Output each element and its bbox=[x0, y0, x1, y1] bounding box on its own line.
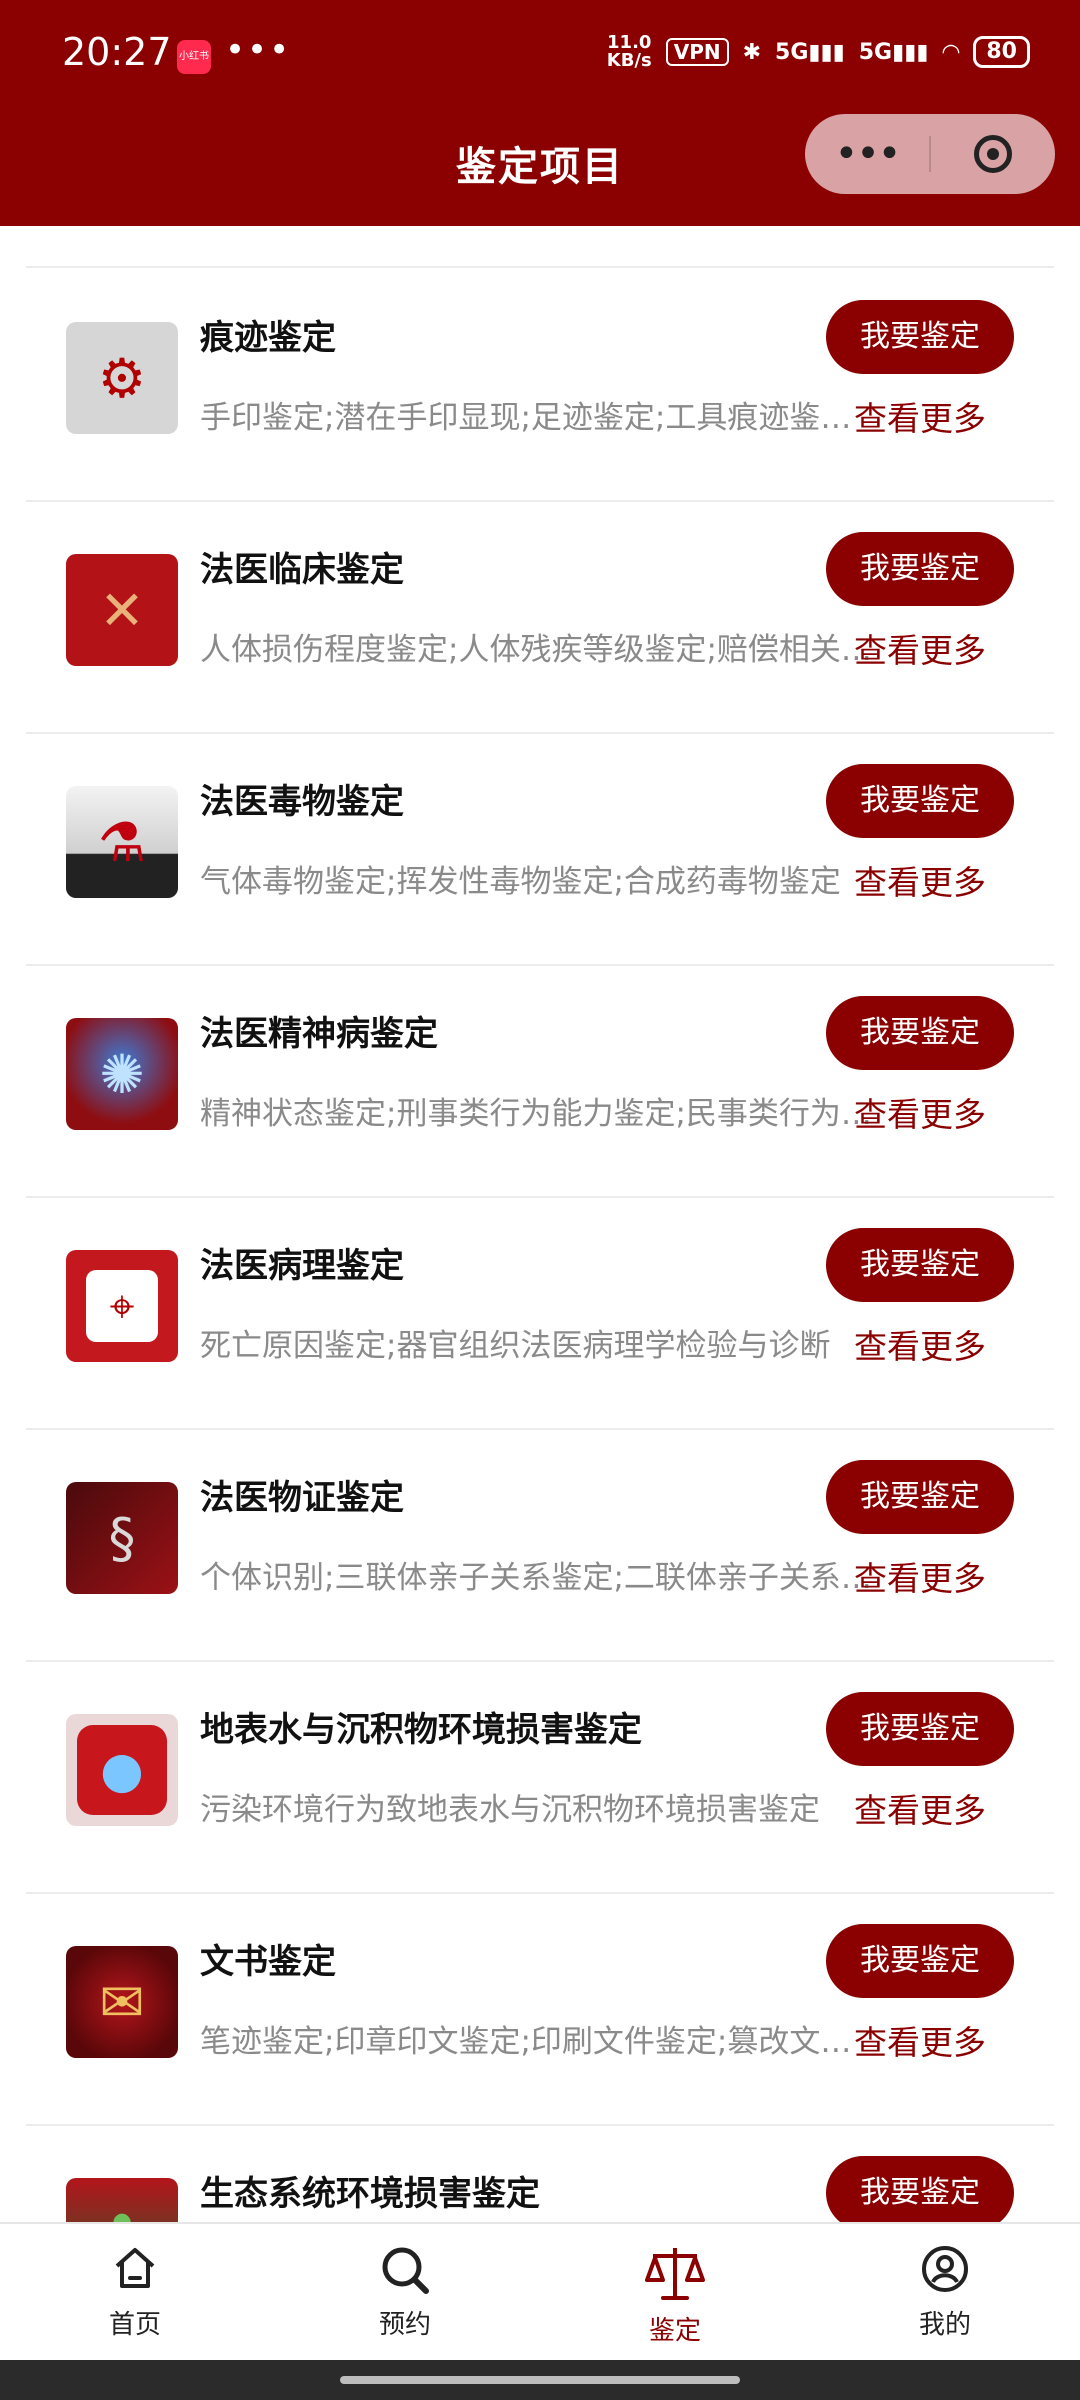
microscope-icon: ⌖ bbox=[66, 1250, 178, 1362]
list-item: ✺ 法医精神病鉴定 精神状态鉴定;刑事类行为能力鉴定;民事类行为能力鉴定 我要鉴… bbox=[26, 964, 1054, 1198]
target-circle-icon bbox=[974, 135, 1012, 173]
dna-icon: § bbox=[66, 1482, 178, 1594]
signal-icon: 5G▮▮▮ bbox=[775, 39, 845, 65]
home-indicator[interactable] bbox=[340, 2376, 740, 2384]
tab-profile[interactable]: 我的 bbox=[810, 2224, 1080, 2362]
item-name: 法医精神病鉴定 bbox=[200, 1014, 438, 1054]
view-more-link[interactable]: 查看更多 bbox=[854, 1088, 986, 1136]
appraise-button[interactable]: 我要鉴定 bbox=[826, 1228, 1014, 1302]
tab-label: 首页 bbox=[108, 2310, 161, 2340]
appraise-button[interactable]: 我要鉴定 bbox=[826, 1460, 1014, 1534]
view-more-link[interactable]: 查看更多 bbox=[854, 856, 986, 904]
crossbones-medical-icon: ✕ bbox=[66, 554, 178, 666]
item-desc: 气体毒物鉴定;挥发性毒物鉴定;合成药毒物鉴定 bbox=[200, 864, 841, 900]
item-name: 法医毒物鉴定 bbox=[200, 782, 404, 822]
tab-home[interactable]: 首页 bbox=[0, 2224, 270, 2362]
miniprogram-capsule: ••• bbox=[805, 114, 1055, 194]
signal-icon-2: 5G▮▮▮ bbox=[858, 39, 929, 65]
list-item: ⌖ 法医病理鉴定 死亡原因鉴定;器官组织法医病理学检验与诊断 我要鉴定 查看更多 bbox=[26, 1196, 1054, 1430]
item-name: 痕迹鉴定 bbox=[200, 318, 336, 358]
list-item: § 法医物证鉴定 个体识别;三联体亲子关系鉴定;二联体亲子关系鉴定 我要鉴定 查… bbox=[26, 1428, 1054, 1662]
item-desc: 手印鉴定;潜在手印显现;足迹鉴定;工具痕迹鉴定;枪弹痕迹鉴定 bbox=[200, 400, 872, 436]
magnifier-gear-icon: ⚙ bbox=[66, 322, 178, 434]
list-item: ✕ 法医临床鉴定 人体损伤程度鉴定;人体残疾等级鉴定;赔偿相关鉴定 我要鉴定 查… bbox=[26, 500, 1054, 734]
tab-label: 我的 bbox=[918, 2310, 971, 2340]
status-indicators: 11.0 KB/s VPN ✱ 5G▮▮▮ 5G▮▮▮ ◠ 80 bbox=[607, 34, 1030, 70]
poison-flask-icon: ⚗ bbox=[66, 786, 178, 898]
appraise-button[interactable]: 我要鉴定 bbox=[826, 2156, 1014, 2222]
tab-appointment[interactable]: 预约 bbox=[270, 2224, 540, 2362]
tab-appraisal[interactable]: 鉴定 bbox=[540, 2224, 810, 2362]
document-seal-icon: ✉ bbox=[66, 1946, 178, 2058]
appraise-button[interactable]: 我要鉴定 bbox=[826, 1692, 1014, 1766]
appraise-button[interactable]: 我要鉴定 bbox=[826, 1924, 1014, 1998]
wifi-icon: ◠ bbox=[942, 39, 960, 65]
tab-bar: 首页 预约 鉴定 我的 bbox=[0, 2222, 1080, 2362]
item-name: 生态系统环境损害鉴定 bbox=[200, 2174, 540, 2214]
appraise-button[interactable]: 我要鉴定 bbox=[826, 764, 1014, 838]
item-name: 文书鉴定 bbox=[200, 1942, 336, 1982]
appraise-button[interactable]: 我要鉴定 bbox=[826, 532, 1014, 606]
ecosystem-icon: ♣ bbox=[66, 2178, 178, 2222]
status-more: ••• bbox=[225, 30, 292, 70]
battery-indicator: 80 bbox=[973, 36, 1030, 68]
tab-label: 预约 bbox=[378, 2310, 431, 2340]
item-desc: 笔迹鉴定;印章印文鉴定;印刷文件鉴定;篡改文件鉴定 bbox=[200, 2024, 872, 2060]
view-more-link[interactable]: 查看更多 bbox=[854, 392, 986, 440]
view-more-link[interactable]: 查看更多 bbox=[854, 624, 986, 672]
item-name: 地表水与沉积物环境损害鉴定 bbox=[200, 1710, 642, 1750]
view-more-link[interactable]: 查看更多 bbox=[854, 1320, 986, 1368]
more-menu-button[interactable]: ••• bbox=[805, 134, 929, 174]
net-speed: 11.0 KB/s bbox=[606, 32, 652, 71]
water-drop-scale-icon: ● bbox=[66, 1714, 178, 1826]
item-name: 法医病理鉴定 bbox=[200, 1246, 404, 1286]
item-desc: 个体识别;三联体亲子关系鉴定;二联体亲子关系鉴定 bbox=[200, 1560, 872, 1596]
view-more-link[interactable]: 查看更多 bbox=[854, 1784, 986, 1832]
brain-icon: ✺ bbox=[66, 1018, 178, 1130]
nav-bar: 鉴定项目 ••• bbox=[0, 112, 1080, 226]
item-desc: 死亡原因鉴定;器官组织法医病理学检验与诊断 bbox=[200, 1328, 831, 1364]
tab-label: 鉴定 bbox=[648, 2316, 701, 2346]
list-item: ● 地表水与沉积物环境损害鉴定 污染环境行为致地表水与沉积物环境损害鉴定 我要鉴… bbox=[26, 1660, 1054, 1894]
list-item: ⚙ 痕迹鉴定 手印鉴定;潜在手印显现;足迹鉴定;工具痕迹鉴定;枪弹痕迹鉴定 我要… bbox=[26, 268, 1054, 502]
appraise-button[interactable]: 我要鉴定 bbox=[826, 996, 1014, 1070]
item-name: 法医临床鉴定 bbox=[200, 550, 404, 590]
status-time: 20:27 bbox=[62, 30, 172, 74]
app-badge-icon: 小红书 bbox=[177, 40, 211, 74]
gesture-bar bbox=[0, 2360, 1080, 2400]
appraisal-list: ⚙ 痕迹鉴定 手印鉴定;潜在手印显现;足迹鉴定;工具痕迹鉴定;枪弹痕迹鉴定 我要… bbox=[0, 226, 1080, 2222]
item-name: 法医物证鉴定 bbox=[200, 1478, 404, 1518]
home-icon bbox=[0, 2244, 270, 2300]
scale-icon bbox=[540, 2244, 810, 2300]
item-desc: 人体损伤程度鉴定;人体残疾等级鉴定;赔偿相关鉴定 bbox=[200, 632, 872, 668]
search-icon bbox=[270, 2244, 540, 2300]
user-icon bbox=[810, 2244, 1080, 2300]
list-item: ♣ 生态系统环境损害鉴定 我要鉴定 bbox=[26, 2124, 1054, 2222]
list-item: ✉ 文书鉴定 笔迹鉴定;印章印文鉴定;印刷文件鉴定;篡改文件鉴定 我要鉴定 查看… bbox=[26, 1892, 1054, 2126]
close-button[interactable] bbox=[931, 135, 1055, 173]
item-desc: 精神状态鉴定;刑事类行为能力鉴定;民事类行为能力鉴定 bbox=[200, 1096, 872, 1132]
item-desc: 污染环境行为致地表水与沉积物环境损害鉴定 bbox=[200, 1792, 820, 1828]
vpn-badge: VPN bbox=[665, 38, 729, 66]
list-item: ⚗ 法医毒物鉴定 气体毒物鉴定;挥发性毒物鉴定;合成药毒物鉴定 我要鉴定 查看更… bbox=[26, 732, 1054, 966]
bluetooth-icon: ✱ bbox=[742, 39, 762, 65]
view-more-link[interactable]: 查看更多 bbox=[854, 2016, 986, 2064]
appraise-button[interactable]: 我要鉴定 bbox=[826, 300, 1014, 374]
status-bar: 20:27 小红书 ••• 11.0 KB/s VPN ✱ 5G▮▮▮ 5G▮▮… bbox=[0, 0, 1080, 112]
view-more-link[interactable]: 查看更多 bbox=[854, 1552, 986, 1600]
